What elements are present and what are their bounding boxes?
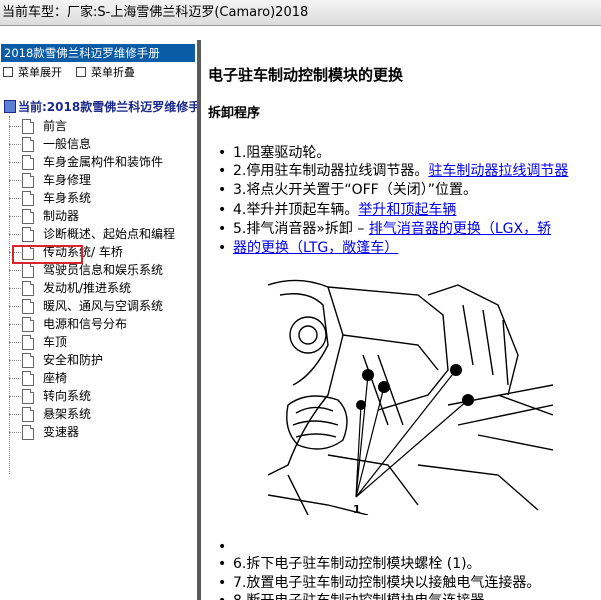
document-icon (22, 191, 34, 206)
illustration-drawing (267, 279, 554, 516)
tree-item-power-signal[interactable]: 电源和信号分布 (9, 315, 194, 333)
tree-item-label: 转向系统 (43, 389, 92, 403)
tree-item-safety[interactable]: 安全和防护 (9, 351, 194, 369)
tree-item-body-repair[interactable]: 车身修理 (9, 171, 194, 189)
sidebar: 2018款雪佛兰科迈罗维修手册 菜单展开 菜单折叠 当前:2018款雪佛兰科迈罗… (0, 40, 200, 600)
tree-item-preface[interactable]: 前言 (9, 117, 194, 135)
document-icon (22, 353, 34, 368)
tree-item-label: 一般信息 (43, 137, 92, 151)
document-icon (22, 173, 34, 188)
tree-item-label: 座椅 (43, 371, 68, 385)
tree-item-label: 电源和信号分布 (43, 317, 128, 331)
tree-item-diagnostics[interactable]: 诊断概述、起始点和编程 (9, 225, 194, 243)
tree-item-body-metal[interactable]: 车身金属构件和装饰件 (9, 153, 194, 171)
tree-item-label: 变速器 (43, 425, 80, 439)
tree-item-suspension[interactable]: 悬架系统 (9, 405, 194, 423)
expand-icon (3, 67, 13, 77)
step-6: 6.拆下电子驻车制动控制模块螺栓 (1)。 (218, 555, 481, 573)
link-lifting-and-jacking[interactable]: 举升和顶起车辆 (358, 202, 456, 218)
step-1: 1.阻塞驱动轮。 (218, 144, 330, 162)
document-icon (22, 263, 34, 278)
step-5-text: 5.排气消音器»拆卸 – (233, 221, 369, 237)
step-5: 5.排气消音器»拆卸 – 排气消音器的更换（LGX，轿 (218, 220, 551, 238)
tree-item-label: 暖风、通风与空调系统 (43, 299, 164, 313)
step-4-text: 4.举升并顶起车辆。 (233, 202, 359, 218)
book-icon (4, 100, 16, 113)
collapse-icon (76, 67, 86, 77)
manual-title: 2018款雪佛兰科迈罗维修手册 (1, 44, 195, 62)
document-icon (22, 407, 34, 422)
document-icon (22, 155, 34, 170)
step-4: 4.举升并顶起车辆。举升和顶起车辆 (218, 201, 456, 219)
tree-root[interactable]: 当前:2018款雪佛兰科迈罗维修手册 (4, 99, 200, 115)
selection-highlight (12, 245, 83, 264)
vehicle-bar: 当前车型：厂家:S-上海雪佛兰科迈罗(Camaro)2018 (0, 0, 601, 26)
tree-item-body-systems[interactable]: 车身系统 (9, 189, 194, 207)
tree-item-label: 车身修理 (43, 173, 92, 187)
document-icon (22, 371, 34, 386)
tree-item-label: 发动机/推进系统 (43, 281, 132, 295)
tree-item-label: 前言 (43, 119, 68, 133)
document-icon (22, 227, 34, 242)
tree-item-label: 诊断概述、起始点和编程 (43, 227, 176, 241)
step-8: 8.断开电子驻车制动控制模块电气连接器。 (218, 592, 498, 600)
page-title: 电子驻车制动控制模块的更换 (208, 66, 404, 84)
section-heading: 拆卸程序 (208, 106, 261, 121)
tree-item-label: 悬架系统 (43, 407, 92, 421)
tree-item-engine[interactable]: 发动机/推进系统 (9, 279, 194, 297)
tree-item-label: 车身系统 (43, 191, 92, 205)
figure-callout-label: 1 (353, 503, 361, 516)
menu-expand-label: 菜单展开 (18, 66, 62, 79)
menu-collapse-label: 菜单折叠 (91, 66, 135, 79)
tree-item-label: 安全和防护 (43, 353, 104, 367)
link-muffler-replacement-lgx[interactable]: 排气消音器的更换（LGX，轿 (369, 221, 551, 237)
step-2-text: 2.停用驻车制动器拉线调节器。 (233, 163, 429, 179)
tree-item-general-info[interactable]: 一般信息 (9, 135, 194, 153)
tree-item-brakes[interactable]: 制动器 (9, 207, 194, 225)
empty-list-bullet: • (218, 539, 227, 555)
vehicle-name: 厂家:S-上海雪佛兰科迈罗(Camaro)2018 (67, 5, 309, 20)
service-illustration (267, 275, 554, 516)
content-pane: 电子驻车制动控制模块的更换 拆卸程序 1.阻塞驱动轮。 2.停用驻车制动器拉线调… (201, 40, 601, 600)
menu-expand-button[interactable]: 菜单展开 (3, 66, 62, 80)
document-icon (22, 317, 34, 332)
link-muffler-replacement-ltg[interactable]: 器的更换（LTG，敞篷车） (233, 240, 398, 256)
tree-item-label: 制动器 (43, 209, 80, 223)
document-icon (22, 209, 34, 224)
document-icon (22, 137, 34, 152)
tree-root-label: 当前:2018款雪佛兰科迈罗维修手册 (18, 100, 200, 114)
step-2: 2.停用驻车制动器拉线调节器。驻车制动器拉线调节器 (218, 162, 568, 180)
tree-item-label: 车身金属构件和装饰件 (43, 155, 164, 169)
step-7: 7.放置电子驻车制动控制模块以接触电气连接器。 (218, 574, 540, 592)
step-3: 3.将点火开关置于“OFF（关闭）”位置。 (218, 181, 477, 199)
tree-item-seats[interactable]: 座椅 (9, 369, 194, 387)
document-icon (22, 119, 34, 134)
tree-item-roof[interactable]: 车顶 (9, 333, 194, 351)
document-icon (22, 389, 34, 404)
vehicle-prefix: 当前车型： (2, 5, 68, 20)
document-icon (22, 281, 34, 296)
document-icon (22, 335, 34, 350)
menu-collapse-button[interactable]: 菜单折叠 (76, 66, 135, 80)
tree-item-hvac[interactable]: 暖风、通风与空调系统 (9, 297, 194, 315)
document-icon (22, 299, 34, 314)
link-parking-brake-cable-adjuster[interactable]: 驻车制动器拉线调节器 (428, 163, 568, 179)
tree-item-transmission[interactable]: 变速器 (9, 423, 194, 441)
step-5-continuation: 器的更换（LTG，敞篷车） (218, 239, 398, 257)
document-icon (22, 425, 34, 440)
tree-item-label: 车顶 (43, 335, 68, 349)
tree-item-steering[interactable]: 转向系统 (9, 387, 194, 405)
